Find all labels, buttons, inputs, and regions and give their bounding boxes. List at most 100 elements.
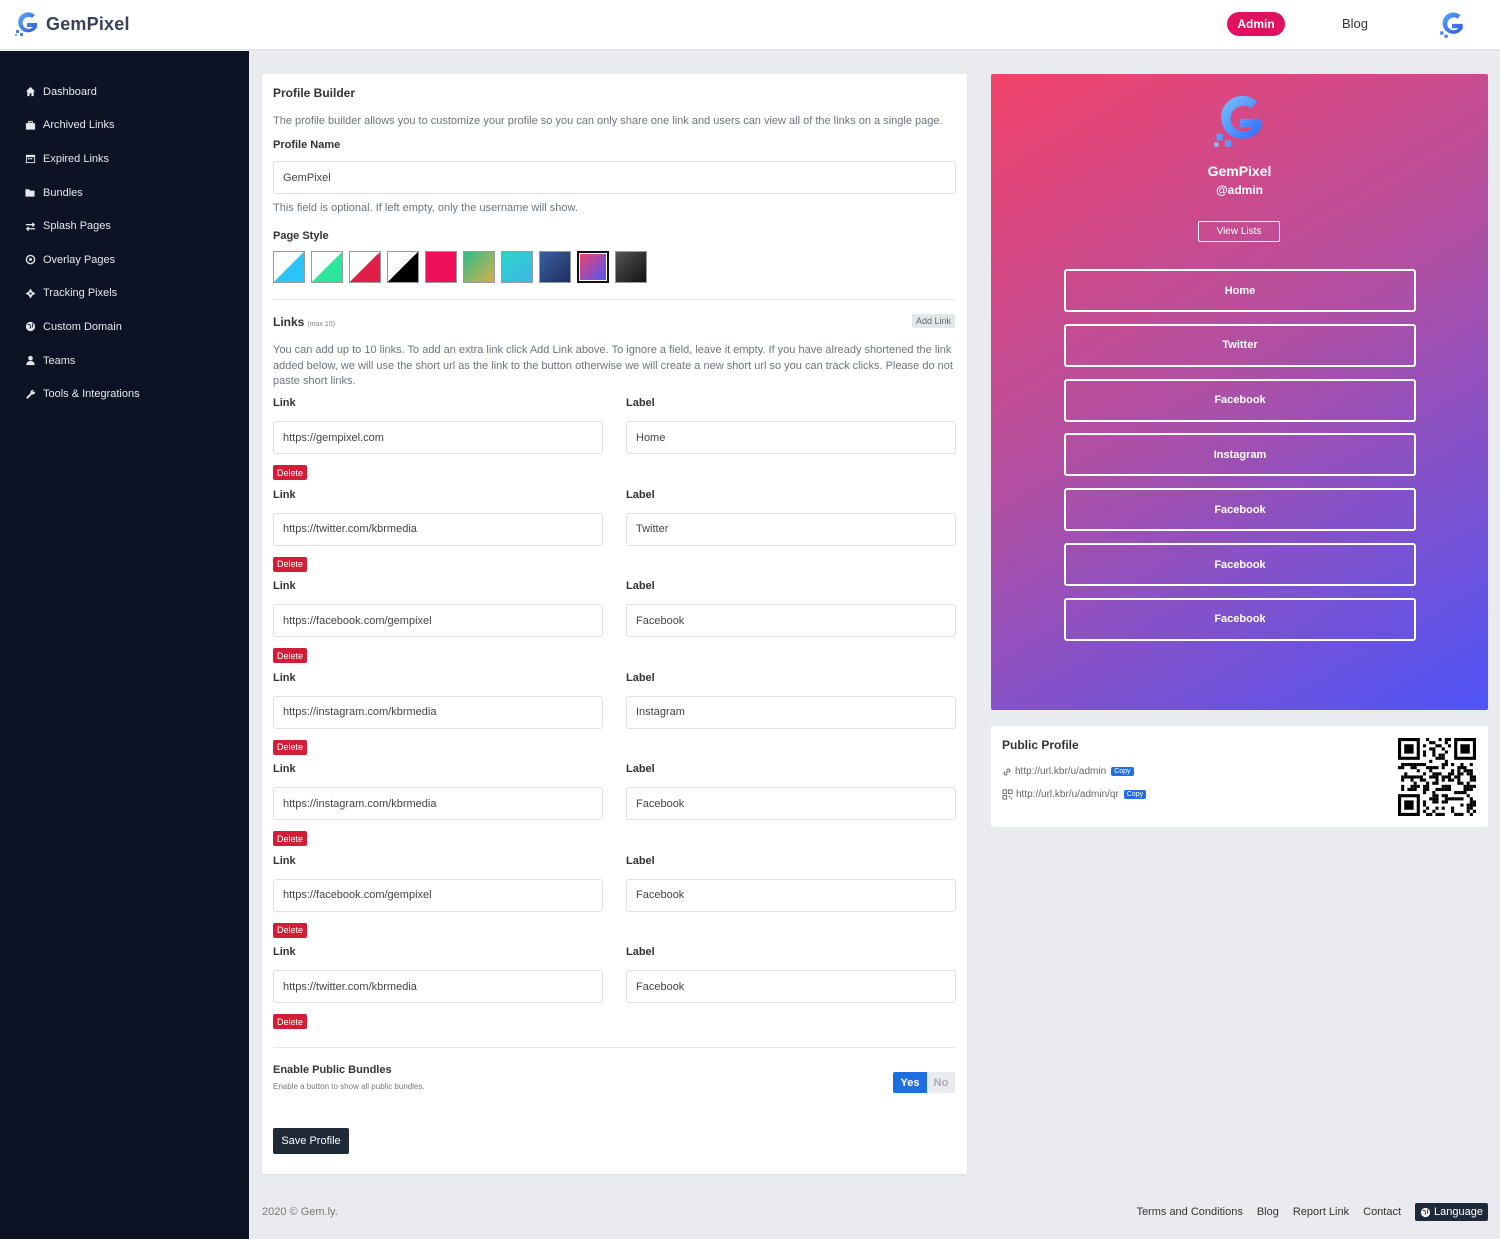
view-lists-button[interactable]: View Lists: [1198, 221, 1280, 242]
save-profile-button[interactable]: Save Profile: [273, 1128, 349, 1154]
footer-terms-link[interactable]: Terms and Conditions: [1136, 1206, 1242, 1218]
add-link-button[interactable]: Add Link: [912, 314, 956, 328]
sidebar-item-label: Expired Links: [43, 152, 110, 165]
sidebar-item-tracking-pixels[interactable]: Tracking Pixels: [0, 277, 249, 311]
page-style-swatch[interactable]: [425, 251, 457, 283]
link-label: Link: [273, 854, 296, 867]
link-label-input[interactable]: Facebook: [626, 787, 956, 820]
link-label-input[interactable]: Facebook: [626, 604, 956, 637]
sidebar-item-teams[interactable]: Teams: [0, 344, 249, 378]
link-url-input[interactable]: https://facebook.com/gempixel: [273, 604, 603, 637]
bundles-toggle: Yes No: [893, 1072, 955, 1093]
briefcase-icon: [24, 119, 36, 131]
link-label-input[interactable]: Facebook: [626, 878, 956, 912]
footer-links: Terms and Conditions Blog Report Link Co…: [1136, 1203, 1488, 1221]
link-url-input[interactable]: https://instagram.com/kbrmedia: [273, 787, 603, 820]
delete-link-button[interactable]: Delete: [273, 648, 308, 663]
delete-link-button[interactable]: Delete: [273, 1014, 308, 1029]
page-style-swatch[interactable]: [387, 251, 419, 283]
delete-link-button[interactable]: Delete: [273, 465, 308, 480]
admin-button[interactable]: Admin: [1227, 12, 1285, 36]
link-label: Link: [273, 488, 296, 501]
sidebar-item-expired-links[interactable]: Expired Links: [0, 142, 249, 176]
footer-report-link[interactable]: Report Link: [1293, 1206, 1349, 1218]
link-url-input[interactable]: https://gempixel.com: [273, 421, 603, 454]
page-style-swatch[interactable]: [273, 251, 305, 283]
profile-name-input[interactable]: GemPixel: [273, 161, 956, 194]
link-label-input[interactable]: Home: [626, 421, 956, 454]
sidebar-item-bundles[interactable]: Bundles: [0, 176, 249, 210]
link-url-input[interactable]: https://twitter.com/kbrmedia: [273, 512, 603, 546]
globe-icon: [24, 321, 36, 333]
page-style-swatch[interactable]: [311, 251, 343, 283]
home-icon: [24, 86, 36, 98]
sidebar-item-overlay-pages[interactable]: Overlay Pages: [0, 243, 249, 277]
page-style-swatch[interactable]: [349, 251, 381, 283]
public-profile-card: Public Profile http://url.kbr/u/admin Co…: [991, 726, 1488, 827]
profile-name-label: Profile Name: [273, 139, 341, 151]
copy-url-button[interactable]: Copy: [1111, 767, 1134, 776]
label-label: Label: [626, 763, 655, 775]
top-header: GemPixel Admin Blog: [0, 0, 1500, 50]
preview-link-button[interactable]: Home: [1064, 269, 1416, 312]
toggle-no[interactable]: No: [927, 1072, 955, 1093]
profile-preview: GemPixel @admin View Lists Home Twitter Fa…: [991, 74, 1488, 710]
preview-link-button[interactable]: Instagram: [1064, 433, 1416, 477]
link-url-input[interactable]: https://facebook.com/gempixel: [273, 878, 603, 912]
profile-builder-card: Profile Builder The profile builder allo…: [262, 74, 967, 1174]
target-icon: [24, 254, 36, 266]
label-label: Label: [626, 854, 655, 867]
delete-link-button[interactable]: Delete: [273, 556, 308, 572]
links-help: You can add up to 10 links. To add an ex…: [273, 344, 953, 387]
page-style-label: Page Style: [273, 230, 329, 242]
blog-link[interactable]: Blog: [1342, 16, 1368, 31]
sidebar-item-custom-domain[interactable]: Custom Domain: [0, 310, 249, 344]
qr-url[interactable]: http://url.kbr/u/admin/qr: [1016, 789, 1119, 800]
delete-link-button[interactable]: Delete: [273, 739, 308, 755]
preview-link-button[interactable]: Facebook: [1064, 597, 1416, 641]
toggle-yes[interactable]: Yes: [893, 1072, 927, 1093]
link-label-input[interactable]: Instagram: [626, 695, 956, 729]
link-label: Link: [273, 397, 296, 409]
sidebar-item-archived-links[interactable]: Archived Links: [0, 109, 249, 143]
qrcode-icon: [1002, 789, 1013, 800]
preview-link-button[interactable]: Facebook: [1064, 488, 1416, 532]
page-style-swatch[interactable]: [539, 251, 571, 283]
link-label-input[interactable]: Facebook: [626, 970, 956, 1003]
sidebar-item-label: Overlay Pages: [43, 253, 116, 266]
copy-qr-url-button[interactable]: Copy: [1123, 790, 1147, 799]
delete-link-button[interactable]: Delete: [273, 922, 308, 938]
page-style-swatch[interactable]: [577, 251, 609, 283]
sidebar-item-splash-pages[interactable]: Splash Pages: [0, 209, 249, 243]
footer-contact-link[interactable]: Contact: [1363, 1206, 1401, 1218]
preview-name: GemPixel: [1207, 163, 1272, 179]
page-style-swatch[interactable]: [463, 251, 495, 283]
divider: [273, 299, 956, 300]
profile-url[interactable]: http://url.kbr/u/admin: [1015, 766, 1106, 777]
card-title: Profile Builder: [273, 86, 356, 100]
link-url-input[interactable]: https://twitter.com/kbrmedia: [273, 970, 603, 1003]
language-button[interactable]: Language: [1415, 1203, 1488, 1221]
footer-blog-link[interactable]: Blog: [1257, 1206, 1279, 1218]
preview-link-button[interactable]: Facebook: [1064, 378, 1416, 422]
page-style-swatch[interactable]: [615, 251, 647, 283]
link-label: Link: [273, 671, 296, 684]
link-label-input[interactable]: Twitter: [626, 512, 956, 546]
user-avatar[interactable]: [1438, 10, 1466, 45]
page-style-swatch[interactable]: [501, 251, 533, 283]
sidebar-item-dashboard[interactable]: Dashboard: [0, 75, 249, 109]
link-label: Link: [273, 763, 296, 775]
preview-link-button[interactable]: Facebook: [1064, 543, 1416, 586]
avatar-logo-icon: [1440, 12, 1463, 38]
sidebar: Dashboard Archived Links Expired Links B…: [0, 51, 249, 1239]
logo[interactable]: GemPixel: [14, 10, 130, 38]
label-label: Label: [626, 671, 655, 684]
link-url-input[interactable]: https://instagram.com/kbrmedia: [273, 695, 603, 729]
sidebar-item-label: Dashboard: [43, 85, 97, 98]
divider: [273, 1047, 956, 1048]
label-label: Label: [626, 946, 655, 958]
preview-link-button[interactable]: Twitter: [1064, 323, 1416, 367]
preview-logo-icon: [1214, 95, 1262, 147]
sidebar-item-tools-integrations[interactable]: Tools & Integrations: [0, 377, 249, 411]
delete-link-button[interactable]: Delete: [273, 831, 308, 846]
